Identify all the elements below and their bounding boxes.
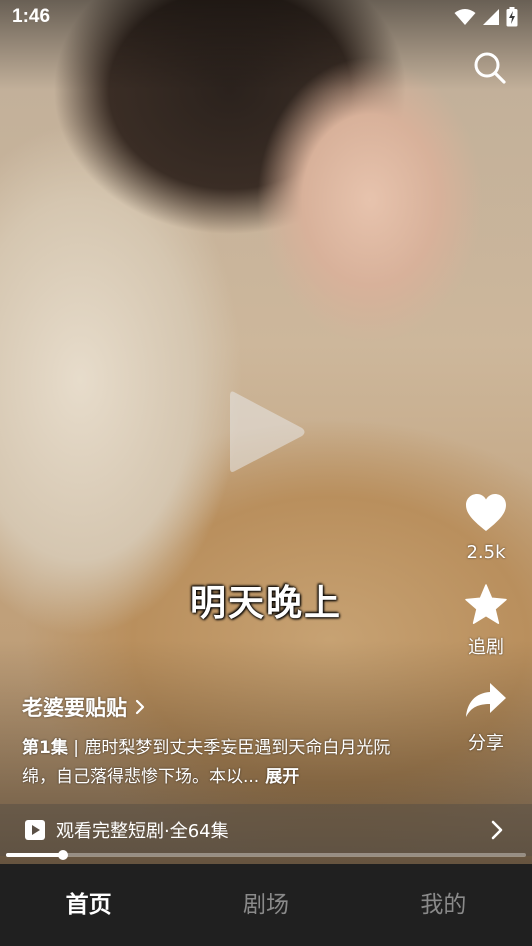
short-drama-player-screen: 1:46 明天晚上 2.5k 追剧 分享 老婆要贴贴 第1集 | 鹿时梨梦到丈夫…: [0, 0, 532, 946]
nav-tab-mine[interactable]: 我的: [355, 864, 532, 946]
drama-description[interactable]: 第1集 | 鹿时梨梦到丈夫季妄臣遇到天命白月光阮绵，自己落得悲惨下场。本以...…: [22, 734, 422, 792]
video-progress-fill: [6, 853, 64, 857]
chevron-right-icon: [135, 699, 145, 715]
heart-icon: [466, 494, 506, 531]
episode-number: 第1集: [22, 738, 68, 758]
watch-full-drama-bar[interactable]: 观看完整短剧·全64集: [0, 804, 532, 856]
status-icons: [454, 7, 518, 27]
nav-tab-home[interactable]: 首页: [0, 864, 177, 946]
video-progress-slider[interactable]: [6, 850, 526, 860]
star-icon: [465, 584, 507, 624]
status-time: 1:46: [12, 6, 51, 27]
share-button[interactable]: 分享: [450, 679, 522, 755]
play-icon[interactable]: [226, 386, 308, 478]
like-count: 2.5k: [466, 542, 506, 563]
play-square-icon: [25, 820, 45, 840]
share-label: 分享: [468, 733, 504, 754]
like-button[interactable]: 2.5k: [450, 492, 522, 563]
chevron-right-icon: [491, 820, 503, 840]
follow-drama-button[interactable]: 追剧: [450, 583, 522, 659]
wifi-icon: [454, 9, 476, 25]
watch-full-drama-label: 观看完整短剧·全64集: [56, 821, 229, 842]
drama-title: 老婆要贴贴: [22, 696, 127, 720]
share-arrow-icon: [466, 683, 506, 717]
nav-tab-theater[interactable]: 剧场: [177, 864, 354, 946]
search-icon[interactable]: [472, 50, 508, 86]
status-bar: 1:46: [0, 0, 532, 36]
battery-charging-icon: [506, 7, 518, 27]
follow-drama-label: 追剧: [468, 637, 504, 658]
episode-separator: |: [67, 738, 85, 758]
expand-button[interactable]: 展开: [265, 767, 299, 787]
bottom-navigation: 首页 剧场 我的: [0, 864, 532, 946]
side-action-bar: 2.5k 追剧 分享: [450, 492, 522, 775]
cellular-icon: [483, 9, 499, 25]
drama-title-link[interactable]: 老婆要贴贴: [22, 692, 145, 722]
